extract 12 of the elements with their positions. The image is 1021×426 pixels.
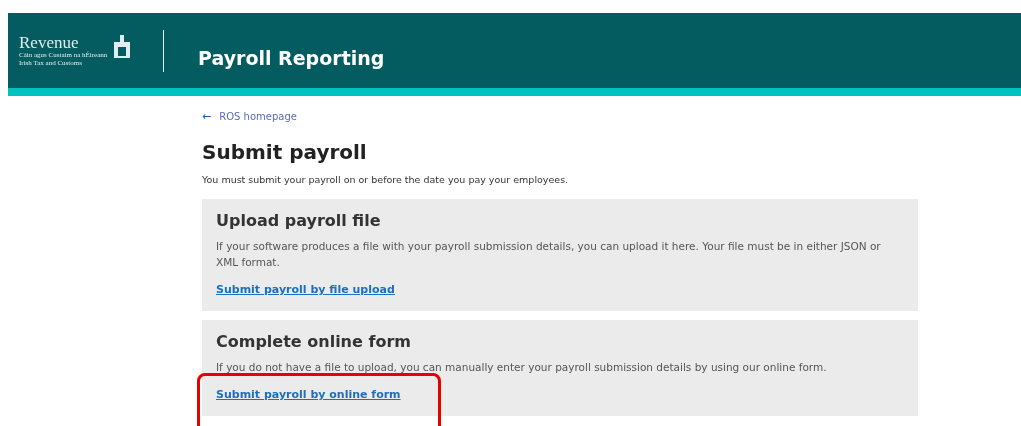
intro-text: You must submit your payroll on or before the date you pay your employees.: [202, 174, 570, 185]
card-description: If you do not have a file to upload, you can manually enter your payroll submission details by using our online form.: [216, 360, 828, 375]
submit-link[interactable]: Submit payroll by file upload: [216, 283, 395, 296]
logo-name: Revenue: [19, 34, 80, 51]
app-title: Payroll Reporting: [198, 46, 385, 69]
submit-link[interactable]: Submit payroll by online form: [216, 388, 401, 401]
building-icon: [113, 34, 132, 58]
card-heading: Upload payroll file: [216, 211, 382, 230]
page-title: Submit payroll: [202, 140, 368, 164]
card-description: If your software produces a file with your payroll submission details, you can upload it here. Your file must be in either JSON or XML format.: [216, 239, 882, 270]
card-heading: Complete online form: [216, 332, 412, 351]
back-link[interactable]: ← ROS homepage: [202, 110, 918, 123]
